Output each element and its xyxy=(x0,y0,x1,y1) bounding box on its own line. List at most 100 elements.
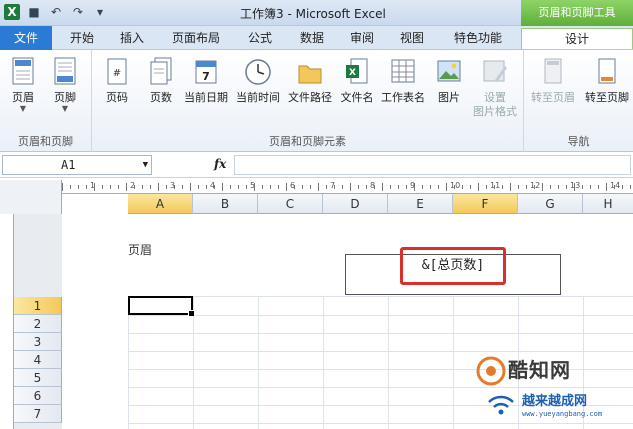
ruler-tick xyxy=(190,183,191,191)
ruler-tick xyxy=(102,185,103,189)
ruler-tick xyxy=(438,185,439,189)
ruler-tick xyxy=(382,183,383,191)
ruler-tick xyxy=(110,185,111,189)
column-header-d[interactable]: D xyxy=(323,194,388,214)
footer-button[interactable]: 页脚 ▼ xyxy=(44,56,86,113)
current-time-button[interactable]: 当前时间 xyxy=(230,56,286,105)
ruler-tick xyxy=(350,183,351,191)
ruler-tick xyxy=(310,185,311,189)
quick-access-toolbar: X ■ ↶ ↷ ▾ xyxy=(4,4,108,20)
row-header-5[interactable]: 5 xyxy=(14,369,62,387)
tab-page-layout[interactable]: 页面布局 xyxy=(166,28,226,49)
grid-line xyxy=(128,296,633,297)
row-header-2[interactable]: 2 xyxy=(14,315,62,333)
grid-line xyxy=(128,296,129,429)
picture-button[interactable]: 图片 xyxy=(426,56,472,105)
formula-input[interactable] xyxy=(234,155,631,175)
tab-view[interactable]: 视图 xyxy=(392,28,432,49)
save-icon[interactable]: ■ xyxy=(26,4,42,20)
ruler-tick xyxy=(446,183,447,191)
ribbon: 页眉 ▼ 页脚 ▼ 页眉和页脚 # 页码 页数 7 当前日期 当前时间 文件路径… xyxy=(0,50,633,152)
title-bar: X ■ ↶ ↷ ▾ 工作簿3 - Microsoft Excel 页眉和页脚工具 xyxy=(0,0,633,26)
ruler-number: 2 xyxy=(130,181,136,190)
grid-line xyxy=(453,296,454,429)
tab-design[interactable]: 设计 xyxy=(521,28,633,49)
ruler-tick xyxy=(486,185,487,189)
chevron-down-icon[interactable]: ▼ xyxy=(143,156,148,174)
select-all-corner[interactable] xyxy=(0,180,62,214)
row-header-6[interactable]: 6 xyxy=(14,387,62,405)
customize-qat-icon[interactable]: ▾ xyxy=(92,4,108,20)
watermark: 酷知网 越来越成网 www.yueyangbang.com xyxy=(472,350,630,426)
column-header-f[interactable]: F xyxy=(453,194,518,214)
column-header-c[interactable]: C xyxy=(258,194,323,214)
column-header-e[interactable]: E xyxy=(388,194,453,214)
format-picture-icon xyxy=(483,60,507,82)
row-header-3[interactable]: 3 xyxy=(14,333,62,351)
tab-insert[interactable]: 插入 xyxy=(112,28,152,49)
goto-header-icon xyxy=(544,58,562,84)
undo-icon[interactable]: ↶ xyxy=(48,4,64,20)
format-picture-button[interactable]: 设置 图片格式 xyxy=(470,56,520,119)
file-name-button[interactable]: X 文件名 xyxy=(334,56,380,105)
file-path-button[interactable]: 文件路径 xyxy=(282,56,338,105)
redo-icon[interactable]: ↷ xyxy=(70,4,86,20)
goto-footer-button[interactable]: 转至页脚 xyxy=(580,56,633,105)
tab-review[interactable]: 审阅 xyxy=(342,28,382,49)
header-button[interactable]: 页眉 ▼ xyxy=(2,56,44,113)
sheet-name-button[interactable]: 工作表名 xyxy=(376,56,430,105)
group-label: 导航 xyxy=(567,135,590,148)
column-header-b[interactable]: B xyxy=(193,194,258,214)
calendar-icon: 7 xyxy=(195,60,217,84)
chevron-down-icon: ▼ xyxy=(61,104,69,113)
current-date-button[interactable]: 7 当前日期 xyxy=(178,56,234,105)
row-header-4[interactable]: 4 xyxy=(14,351,62,369)
ruler-number: 14 xyxy=(610,181,621,190)
tab-features[interactable]: 特色功能 xyxy=(446,28,510,49)
ruler-number: 7 xyxy=(330,181,336,190)
horizontal-ruler[interactable]: 1 2 3 4 5 6 7 8 9 10 11 12 13 14 xyxy=(62,180,633,194)
tab-file[interactable]: 文件 xyxy=(0,26,52,50)
grid-line xyxy=(128,333,633,334)
ruler-tick xyxy=(566,185,567,189)
grid-line xyxy=(323,296,324,429)
page-number-button[interactable]: # 页码 xyxy=(94,56,140,105)
svg-text:#: # xyxy=(113,68,121,79)
tab-home[interactable]: 开始 xyxy=(62,28,102,49)
goto-footer-icon xyxy=(598,58,616,84)
ruler-number: 9 xyxy=(410,181,416,190)
group-navigation: 转至页眉 转至页脚 导航 xyxy=(524,50,633,152)
column-header-g[interactable]: G xyxy=(518,194,583,214)
ruler-tick xyxy=(606,183,607,191)
grid-line xyxy=(258,296,259,429)
tab-formulas[interactable]: 公式 xyxy=(240,28,280,49)
ruler-tick xyxy=(470,185,471,189)
goto-header-button[interactable]: 转至页眉 xyxy=(526,56,580,105)
clock-icon xyxy=(245,59,271,85)
name-box[interactable]: A1 ▼ xyxy=(2,155,152,175)
active-cell-a1[interactable] xyxy=(128,296,195,317)
vertical-ruler[interactable] xyxy=(0,214,14,429)
window-title: 工作簿3 - Microsoft Excel xyxy=(240,7,386,21)
group-label: 页眉和页脚元素 xyxy=(269,135,346,148)
ruler-tick xyxy=(166,185,167,189)
row-header-1[interactable]: 1 xyxy=(14,297,62,315)
ruler-tick xyxy=(550,185,551,189)
svg-text:7: 7 xyxy=(202,70,210,83)
ribbon-tabs: 文件 开始 插入 页面布局 公式 数据 审阅 视图 特色功能 设计 xyxy=(0,26,633,50)
ruler-tick xyxy=(558,185,559,189)
insert-function-icon[interactable]: fx xyxy=(214,157,226,171)
ruler-tick xyxy=(430,185,431,189)
row-header-7[interactable]: 7 xyxy=(14,405,62,423)
ruler-tick xyxy=(542,183,543,191)
ruler-tick xyxy=(182,185,183,189)
ruler-tick xyxy=(270,185,271,189)
column-header-a[interactable]: A xyxy=(128,194,193,214)
page-count-icon xyxy=(150,57,172,85)
column-header-h[interactable]: H xyxy=(583,194,633,214)
ruler-tick xyxy=(510,183,511,191)
tab-data[interactable]: 数据 xyxy=(292,28,332,49)
ruler-tick xyxy=(222,183,223,191)
header-field-total-pages[interactable]: &[总页数] xyxy=(400,247,506,285)
ruler-tick xyxy=(302,185,303,189)
